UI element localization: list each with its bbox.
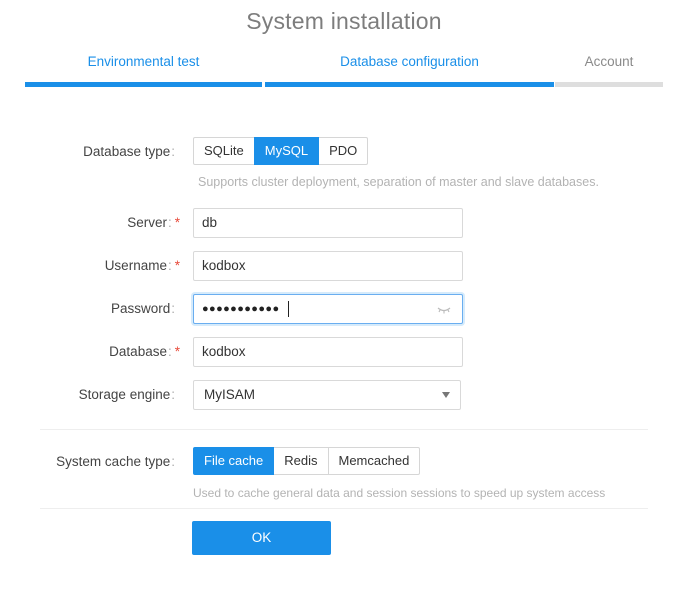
label-colon: : — [171, 144, 175, 159]
label-colon: : — [171, 454, 175, 469]
caret-down-icon — [442, 392, 450, 398]
db-type-row: Database type: — [0, 137, 175, 167]
cache-type-selector: File cache Redis Memcached — [193, 447, 421, 475]
step-account: Account — [555, 53, 663, 87]
username-input[interactable]: kodbox — [193, 251, 463, 281]
password-row: Password: — [0, 294, 175, 324]
engine-row: Storage engine: — [0, 380, 175, 410]
page-title: System installation — [246, 8, 442, 34]
eye-closed-icon[interactable] — [436, 301, 452, 317]
storage-engine-select[interactable]: MyISAM — [193, 380, 461, 410]
database-label: Database: * — [109, 337, 180, 367]
db-type-label-text: Database type — [83, 144, 171, 159]
password-masked-value: ●●●●●●●●●●● — [202, 303, 280, 315]
cache-option-redis[interactable]: Redis — [273, 447, 329, 475]
password-input[interactable]: ●●●●●●●●●●● — [193, 294, 463, 324]
step-label: Environmental test — [87, 54, 200, 69]
username-label-text: Username — [104, 258, 167, 273]
db-type-selector: SQLite MySQL PDO — [193, 137, 369, 165]
label-colon: : — [171, 301, 175, 316]
username-row: Username: * — [0, 251, 180, 281]
db-type-option-pdo[interactable]: PDO — [318, 137, 369, 165]
step-environmental-test: Environmental test — [25, 53, 262, 87]
server-input[interactable]: db — [193, 208, 463, 238]
ok-button[interactable]: OK — [192, 521, 331, 555]
required-mark: * — [174, 215, 180, 230]
cache-type-row: System cache type: — [0, 447, 175, 477]
server-label-text: Server — [127, 215, 167, 230]
section-divider — [40, 429, 648, 430]
storage-engine-value: MyISAM — [204, 387, 256, 402]
required-mark: * — [174, 344, 180, 359]
progress-steps: Environmental test Database configuratio… — [25, 53, 663, 87]
text-caret — [288, 301, 289, 317]
username-label: Username: * — [105, 251, 180, 281]
cache-type-hint: Used to cache general data and session s… — [193, 486, 606, 500]
step-database-configuration: Database configuration — [265, 53, 554, 87]
label-colon: : — [167, 344, 172, 359]
server-label: Server: * — [127, 208, 180, 238]
label-colon: : — [171, 387, 175, 402]
label-colon: : — [167, 258, 172, 273]
db-type-label: Database type: — [83, 137, 175, 167]
password-label: Password: — [111, 294, 175, 324]
label-colon: : — [167, 215, 172, 230]
engine-label: Storage engine: — [79, 380, 175, 410]
server-row: Server: * — [0, 208, 180, 238]
step-progress-bar — [265, 82, 554, 87]
step-label: Database configuration — [340, 54, 479, 69]
section-divider — [40, 508, 648, 509]
cache-type-label: System cache type: — [56, 447, 175, 477]
database-label-text: Database — [109, 344, 167, 359]
database-input[interactable]: kodbox — [193, 337, 463, 367]
step-label: Account — [584, 54, 634, 69]
db-type-option-sqlite[interactable]: SQLite — [193, 137, 255, 165]
db-type-option-mysql[interactable]: MySQL — [253, 137, 320, 165]
cache-option-file-cache[interactable]: File cache — [193, 447, 275, 475]
engine-label-text: Storage engine — [78, 387, 171, 402]
required-mark: * — [174, 258, 180, 273]
cache-type-label-text: System cache type — [56, 454, 171, 469]
password-label-text: Password — [110, 301, 171, 316]
step-progress-bar — [25, 82, 262, 87]
database-row: Database: * — [0, 337, 180, 367]
step-progress-bar — [555, 82, 663, 87]
db-type-hint: Supports cluster deployment, separation … — [198, 175, 599, 189]
cache-option-memcached[interactable]: Memcached — [327, 447, 421, 475]
